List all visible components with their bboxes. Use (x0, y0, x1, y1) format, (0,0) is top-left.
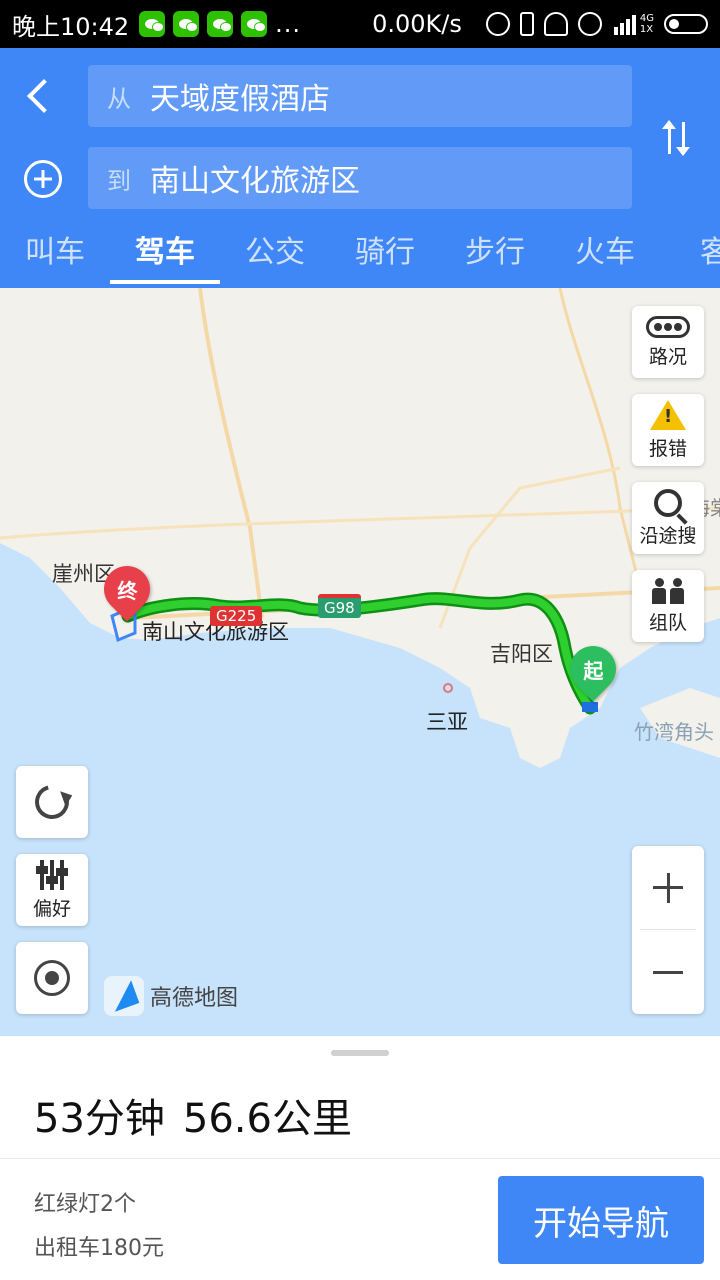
refresh-icon (28, 778, 76, 826)
back-arrow-icon[interactable] (20, 76, 60, 116)
traffic-icon (646, 315, 690, 338)
locate-icon (34, 960, 70, 996)
destination-prefix: 到 (107, 166, 131, 195)
route-header: 从 天域度假酒店 到 南山文化旅游区 叫车 驾车 公交 骑行 步行 火车 客 (0, 48, 720, 288)
search-along-button[interactable]: 沿途搜 (632, 482, 704, 554)
wechat-icon (241, 11, 268, 37)
zoom-control (632, 846, 704, 1014)
route-summary: 53分钟 56.6公里 (34, 1086, 370, 1144)
warning-icon (650, 399, 686, 430)
bluetooth-icon (519, 12, 534, 36)
tab-taxi[interactable]: 叫车 (0, 224, 110, 288)
transport-mode-tabs: 叫车 驾车 公交 骑行 步行 火车 客 (0, 224, 720, 288)
network-type: 4G 1X (639, 13, 654, 35)
team-icon (652, 577, 684, 604)
status-time: 晚上10:42 (12, 12, 130, 41)
start-navigation-button[interactable]: 开始导航 (498, 1176, 704, 1264)
refresh-button[interactable] (16, 766, 88, 838)
highway-shield-g98: G98 (318, 594, 361, 618)
map-label-jiyang: 吉阳区 (490, 642, 553, 666)
route-summary-panel[interactable]: 53分钟 56.6公里 红绿灯2个 出租车180元 开始导航 (0, 1036, 720, 1280)
add-waypoint-icon[interactable] (24, 160, 62, 198)
wechat-icon (207, 11, 234, 37)
sliders-icon (36, 859, 68, 890)
tab-bus[interactable]: 公交 (220, 224, 330, 288)
route-distance: 56.6公里 (182, 1096, 352, 1142)
locate-button[interactable] (16, 942, 88, 1014)
alarm-icon (577, 12, 602, 36)
minus-icon (653, 970, 683, 974)
tab-drive[interactable]: 驾车 (110, 224, 220, 288)
tab-coach[interactable]: 客 (660, 224, 720, 288)
team-button[interactable]: 组队 (632, 570, 704, 642)
wechat-icon (139, 11, 166, 37)
map-label-sanya: 三亚 (426, 710, 468, 734)
destination-value: 南山文化旅游区 (150, 164, 360, 199)
report-error-button[interactable]: 报错 (632, 394, 704, 466)
tab-bike[interactable]: 骑行 (330, 224, 440, 288)
tab-walk[interactable]: 步行 (440, 224, 550, 288)
status-bar: 晚上10:42 ... 0.00K/s 4G 1X (0, 0, 720, 48)
origin-value: 天域度假酒店 (150, 82, 330, 117)
map-view[interactable]: 崖州区 南山文化旅游区 吉阳区 三亚 竹湾角头 海棠 G225 G98 终 起 … (0, 288, 720, 1036)
amap-logo-text: 高德地图 (150, 986, 239, 1011)
route-duration: 53分钟 (34, 1096, 165, 1142)
highway-shield-g225: G225 (210, 606, 263, 626)
map-label-zhuwan: 竹湾角头 (634, 720, 714, 744)
amap-logo-icon (104, 976, 144, 1016)
traffic-lights-count: 红绿灯2个 (34, 1192, 136, 1217)
more-notifications: ... (275, 10, 302, 38)
battery-icon (664, 14, 708, 34)
search-icon (654, 488, 682, 517)
vibrate-signal-icon (613, 13, 636, 35)
tab-train[interactable]: 火车 (550, 224, 660, 288)
wechat-icon (173, 11, 200, 37)
preference-button[interactable]: 偏好 (16, 854, 88, 926)
zoom-in-button[interactable] (640, 846, 696, 930)
origin-field[interactable]: 从 天域度假酒店 (88, 65, 632, 127)
swap-arrows-icon[interactable] (658, 118, 696, 158)
amap-logo: 高德地图 (104, 976, 238, 1016)
destination-field[interactable]: 到 南山文化旅游区 (88, 147, 632, 209)
traffic-button[interactable]: 路况 (632, 306, 704, 378)
network-speed: 0.00K/s (372, 10, 462, 38)
hotspot-icon (485, 12, 510, 36)
divider (0, 1158, 720, 1159)
zoom-out-button[interactable] (632, 930, 704, 1014)
taxi-fare: 出租车180元 (34, 1236, 164, 1261)
city-marker-icon (443, 683, 453, 693)
origin-marker (582, 702, 598, 712)
mute-bell-icon (543, 12, 568, 36)
landmass (0, 288, 720, 768)
drag-handle[interactable] (331, 1050, 389, 1056)
origin-prefix: 从 (107, 84, 131, 113)
